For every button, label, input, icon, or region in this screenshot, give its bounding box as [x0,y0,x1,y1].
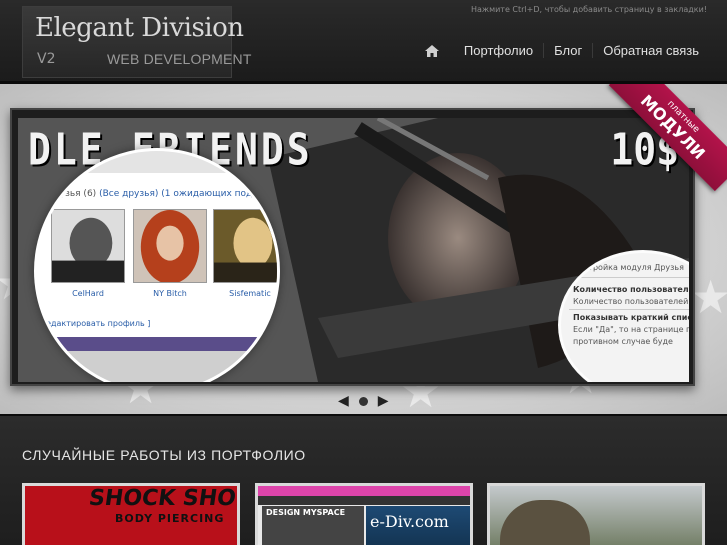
preview-stripe [37,337,277,351]
friend-name: CelHard [72,289,104,298]
site-header: Elegant Division V2 WEB DEVELOPMENT Нажм… [0,0,727,84]
nav-blog[interactable]: Блог [543,43,592,58]
friend-avatar [51,209,125,283]
slide[interactable]: DLE FRIENDS 10$ Друзья (6) (Все друзья) … [18,118,689,382]
settings-item: Показывать краткий спис [573,313,689,322]
settings-item: Количество пользовател [573,285,689,294]
thumb-banner-text: e-Div.com [370,512,449,531]
main-nav: Портфолио Блог Обратная связь [424,43,709,58]
thumb-image [500,500,590,545]
pending-friends-link[interactable]: (1 ожидающих подтверждения) [161,189,277,199]
section-title: СЛУЧАЙНЫЕ РАБОТЫ ИЗ ПОРТФОЛИО [22,447,306,463]
bookmark-hint: Нажмите Ctrl+D, чтобы добавить страницу … [470,5,707,14]
friends-header: Друзья (6) (Все друзья) (1 ожидающих под… [47,189,277,199]
pager-dot[interactable] [358,396,368,406]
logo-subtitle: WEB DEVELOPMENT [107,51,252,67]
divider [569,277,689,278]
home-icon[interactable] [424,44,440,58]
settings-preview-bubble: Настройка модуля Друзья Количество польз… [558,250,689,382]
settings-item: Если "Да", то на странице пр [573,325,689,334]
slider-stage: ★ ★ ★ ★ ★ DLE FRIENDS 10$ [0,84,727,414]
friend-name: Sisfematic [229,289,271,298]
divider [569,309,689,310]
edit-profile-link[interactable]: редактировать профиль ] [41,319,150,328]
portfolio-thumb-military[interactable] [487,483,705,545]
logo-version: V2 [37,51,56,67]
portfolio-thumb-design-myspace[interactable]: DESIGN MYSPACE e-Div.com [255,483,473,545]
friends-count: Друзья (6) [47,189,97,199]
next-arrow-icon[interactable]: ▶ [378,394,389,408]
friend-card[interactable]: Sisfematic [213,209,277,298]
settings-title: Настройка модуля Друзья [573,263,684,272]
portfolio-section: СЛУЧАЙНЫЕ РАБОТЫ ИЗ ПОРТФОЛИО SHOCK SHOP… [0,414,727,545]
slide-frame: DLE FRIENDS 10$ Друзья (6) (Все друзья) … [10,108,695,386]
thumb-navbar [258,496,470,505]
friends-preview-bubble: Друзья (6) (Все друзья) (1 ожидающих под… [34,148,280,382]
settings-item: противном случае буде [573,337,673,346]
nav-portfolio[interactable]: Портфолио [454,43,543,58]
thumb-subtitle: BODY PIERCING [115,512,225,525]
thumb-title: SHOCK SHOP [87,486,240,511]
portfolio-thumb-shock-shop[interactable]: SHOCK SHOP BODY PIERCING [22,483,240,545]
star-decor-icon: ★ [690,270,727,324]
friend-avatar [133,209,207,284]
friend-avatar [213,209,277,283]
slider-pager: ◀ ▶ [338,394,389,408]
logo-title: Elegant Division [35,13,244,43]
settings-item: Количество пользователей пр [573,297,689,306]
friend-card[interactable]: NY Bitch [133,209,207,298]
nav-contact[interactable]: Обратная связь [592,43,709,58]
thumb-label: DESIGN MYSPACE [266,508,346,517]
thumb-topbar [258,486,470,496]
friend-card[interactable]: CelHard [51,209,125,298]
preview-footer [37,351,277,382]
site-logo[interactable]: Elegant Division V2 WEB DEVELOPMENT [22,6,251,78]
friend-name: NY Bitch [153,289,187,298]
all-friends-link[interactable]: (Все друзья) [99,189,158,199]
prev-arrow-icon[interactable]: ◀ [338,394,349,408]
preview-top-bar [37,151,277,173]
